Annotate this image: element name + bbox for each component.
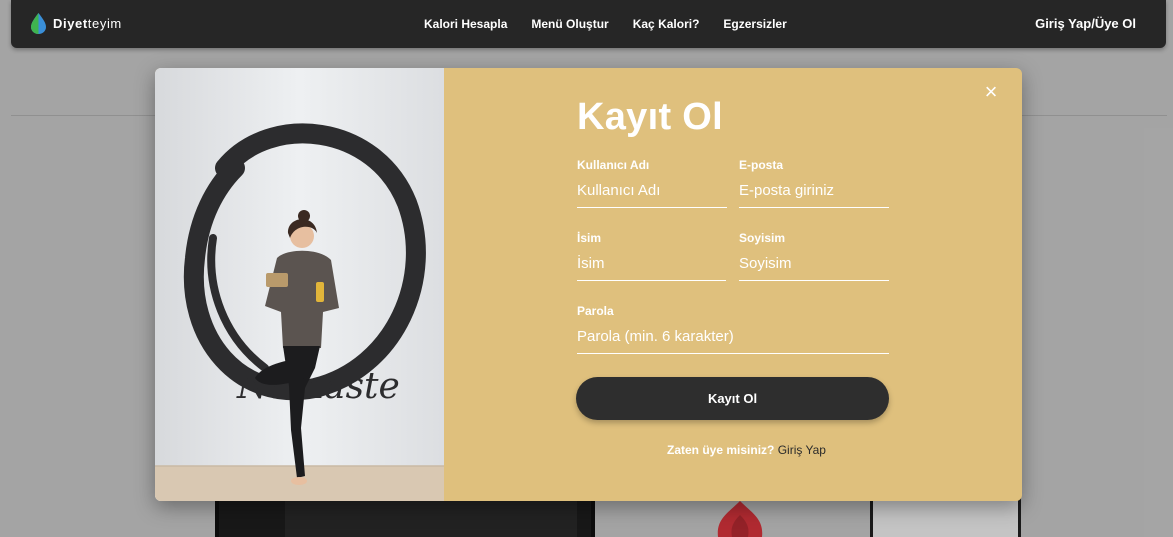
register-submit-button[interactable]: Kayıt Ol xyxy=(576,377,889,420)
close-icon[interactable]: × xyxy=(981,81,1001,103)
username-field-group: Kullanıcı Adı xyxy=(577,158,727,208)
nav-link-kac-kalori[interactable]: Kaç Kalori? xyxy=(633,17,700,31)
username-label: Kullanıcı Adı xyxy=(577,158,650,172)
login-prompt: Zaten üye misiniz? Giriş Yap xyxy=(667,443,826,457)
first-name-label: İsim xyxy=(577,231,602,245)
username-input[interactable] xyxy=(577,178,727,208)
login-link[interactable]: Giriş Yap xyxy=(778,443,826,457)
last-name-label: Soyisim xyxy=(739,231,786,245)
main-nav: Kalori Hesapla Menü Oluştur Kaç Kalori? … xyxy=(424,17,787,31)
nav-link-kalori-hesapla[interactable]: Kalori Hesapla xyxy=(424,17,507,31)
first-name-field-group: İsim xyxy=(577,231,726,281)
nav-link-egzersizler[interactable]: Egzersizler xyxy=(723,17,786,31)
leaf-drop-icon xyxy=(31,13,46,34)
email-field-group: E-posta xyxy=(739,158,889,208)
password-field-group: Parola xyxy=(577,304,889,354)
brand-logo[interactable]: Diyetteyim xyxy=(30,13,122,34)
last-name-input[interactable] xyxy=(739,251,889,281)
first-name-input[interactable] xyxy=(577,251,726,281)
register-modal: Namaste × Kayıt Ol Kullanıcı Adı E-posta… xyxy=(155,68,1022,501)
top-navbar: Diyetteyim Kalori Hesapla Menü Oluştur K… xyxy=(11,0,1166,48)
modal-title: Kayıt Ol xyxy=(577,96,723,138)
login-prompt-question: Zaten üye misiniz? xyxy=(667,443,775,457)
password-input[interactable] xyxy=(577,324,889,354)
password-label: Parola xyxy=(577,304,614,318)
modal-yoga-image: Namaste xyxy=(155,68,444,501)
brand-name: Diyetteyim xyxy=(53,16,122,31)
last-name-field-group: Soyisim xyxy=(739,231,889,281)
email-input[interactable] xyxy=(739,178,889,208)
email-label: E-posta xyxy=(739,158,784,172)
nav-link-menu-olustur[interactable]: Menü Oluştur xyxy=(531,17,608,31)
login-register-link[interactable]: Giriş Yap/Üye Ol xyxy=(1035,16,1136,31)
